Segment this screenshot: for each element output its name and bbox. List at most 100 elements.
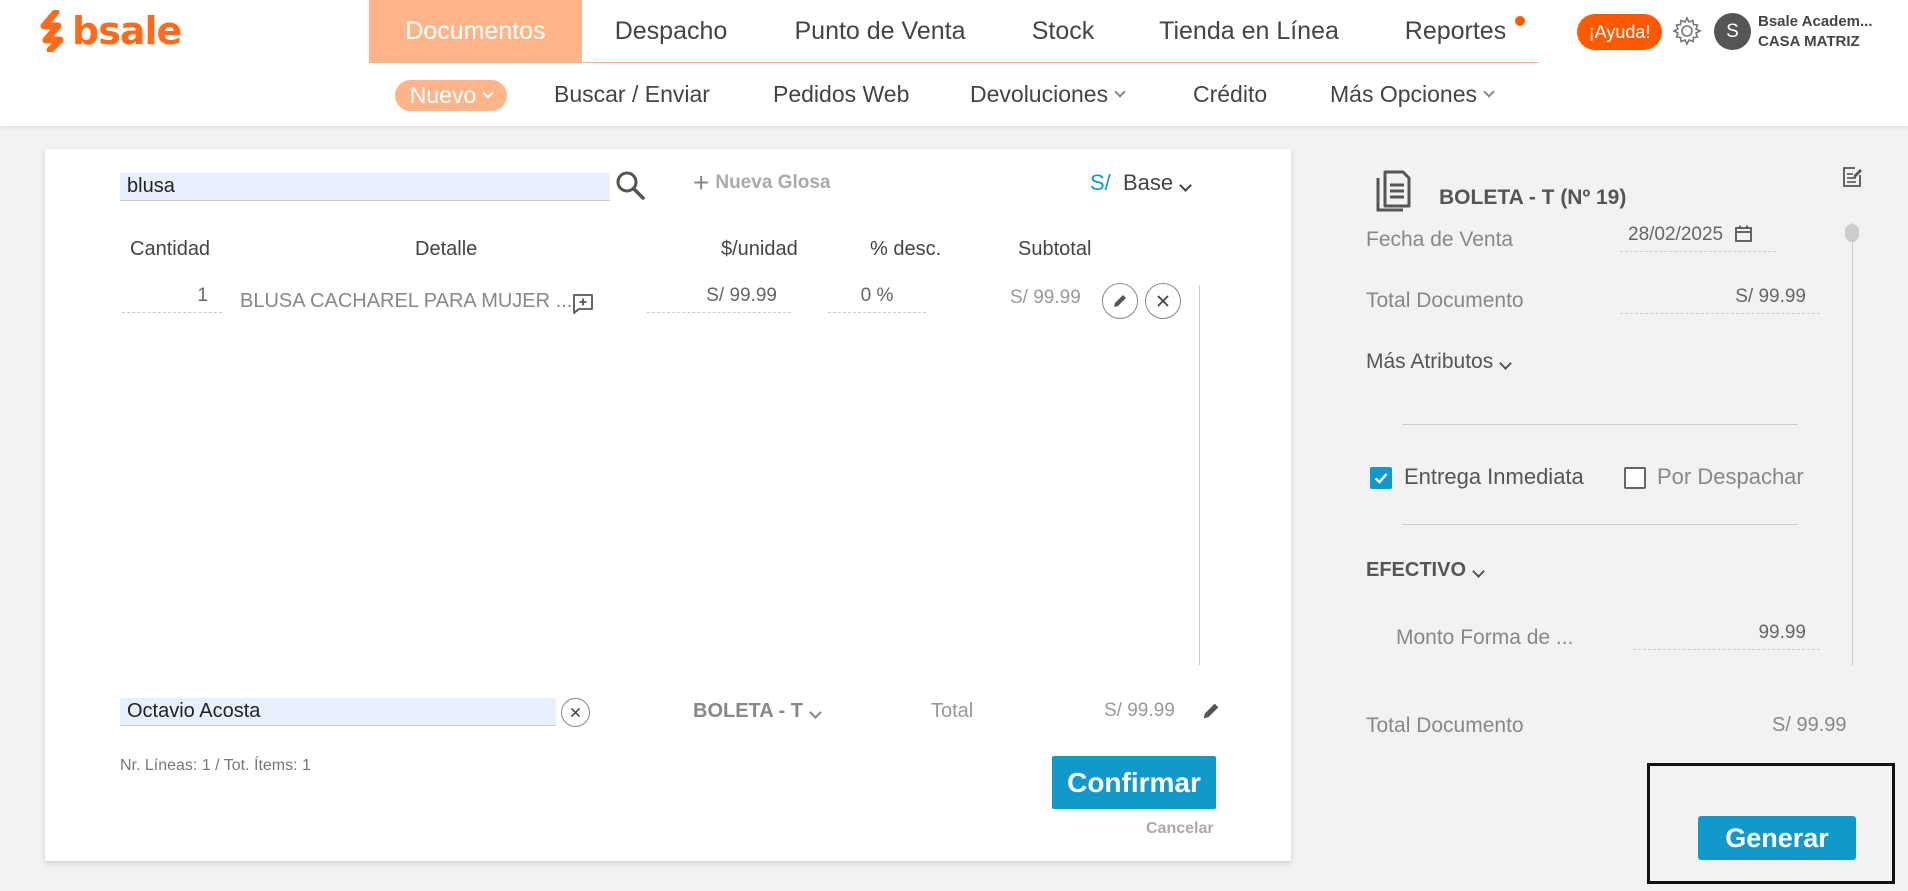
tab-label: Documentos [405, 17, 546, 45]
price-list-label: Base [1123, 170, 1174, 195]
clear-client-button[interactable] [561, 698, 590, 727]
subnav-label: Crédito [1193, 81, 1268, 107]
subnav-buscar-enviar[interactable]: Buscar / Enviar [554, 63, 710, 126]
pencil-icon [1114, 295, 1126, 307]
payment-method-label: EFECTIVO [1366, 559, 1467, 581]
checkmark-icon [1374, 473, 1388, 484]
to-dispatch-label[interactable]: Por Despachar [1657, 464, 1804, 490]
panel-scrollbar-track[interactable] [1852, 222, 1853, 666]
tab-documentos[interactable]: Documentos [369, 0, 582, 63]
client-input[interactable] [120, 698, 556, 726]
document-title: BOLETA - T (Nº 19) [1439, 186, 1627, 209]
footer-total-label: Total Documento [1366, 714, 1524, 737]
close-icon [1157, 295, 1169, 307]
sale-date-label: Fecha de Venta [1366, 228, 1514, 251]
line-detail[interactable]: BLUSA CACHAREL PARA MUJER ... [240, 290, 572, 313]
quantity-field[interactable]: 1 [122, 285, 222, 313]
subnav-label: Pedidos Web [773, 81, 910, 107]
sub-navigation-bar: Nuevo Buscar / Enviar Pedidos Web Devolu… [0, 63, 1908, 126]
chevron-down-icon [809, 706, 822, 719]
search-icon[interactable] [614, 169, 646, 201]
bsale-logo[interactable]: bsale [38, 9, 182, 53]
edit-line-button[interactable] [1102, 283, 1138, 319]
subnav-mas-opciones[interactable]: Más Opciones [1330, 63, 1495, 126]
lines-count-info: Nr. Líneas: 1 / Tot. Ítems: 1 [120, 757, 311, 774]
tab-tienda-en-linea[interactable]: Tienda en Línea [1126, 0, 1372, 63]
total-label: Total [931, 700, 974, 722]
column-divider [1199, 285, 1200, 665]
subnav-nuevo[interactable]: Nuevo [395, 80, 507, 111]
payment-amount-label: Monto Forma de ... [1396, 626, 1574, 649]
line-subtotal: S/ 99.99 [1010, 287, 1081, 308]
footer-total-value: S/ 99.99 [1772, 714, 1847, 736]
tab-label: Tienda en Línea [1159, 17, 1339, 45]
calendar-icon [1735, 225, 1753, 242]
currency-symbol[interactable]: S/ [1090, 170, 1111, 196]
remove-line-button[interactable] [1145, 283, 1181, 319]
new-gloss-label: Nueva Glosa [715, 172, 831, 193]
subnav-devoluciones[interactable]: Devoluciones [970, 63, 1126, 126]
chevron-down-icon [1483, 85, 1495, 98]
discount-field[interactable]: 0 % [828, 285, 926, 313]
panel-scrollbar-thumb[interactable] [1845, 224, 1859, 242]
subnav-label: Nuevo [409, 82, 477, 108]
subnav-label: Buscar / Enviar [554, 81, 710, 107]
user-info[interactable]: Bsale Academ... CASA MATRIZ [1758, 12, 1873, 52]
plus-icon: + [693, 167, 710, 198]
unit-price-field[interactable]: S/ 99.99 [647, 285, 791, 313]
more-attributes-toggle[interactable]: Más Atributos [1366, 350, 1513, 374]
subnav-pedidos-web[interactable]: Pedidos Web [773, 63, 909, 126]
document-editor-card [45, 149, 1291, 861]
brand-name: bsale [72, 9, 182, 53]
tab-punto-de-venta[interactable]: Punto de Venta [760, 0, 1000, 63]
document-icon [1376, 170, 1411, 212]
new-gloss-button[interactable]: + Nueva Glosa [693, 167, 831, 198]
chevron-down-icon [1179, 179, 1193, 192]
separator [1402, 424, 1798, 425]
branch-name: CASA MATRIZ [1758, 33, 1860, 50]
chevron-down-icon [1472, 565, 1485, 578]
subnav-credito[interactable]: Crédito [1193, 63, 1267, 126]
price-list-dropdown[interactable]: Base [1123, 170, 1193, 196]
to-dispatch-checkbox[interactable] [1624, 467, 1646, 489]
column-header-detalle: Detalle [415, 238, 478, 260]
cancel-link[interactable]: Cancelar [1146, 820, 1214, 838]
generate-button[interactable]: Generar [1698, 816, 1856, 860]
close-icon [570, 707, 581, 718]
document-type-label: BOLETA - T [693, 700, 803, 722]
immediate-delivery-checkbox[interactable] [1370, 467, 1392, 489]
avatar[interactable]: S [1714, 13, 1751, 50]
tab-stock[interactable]: Stock [1000, 0, 1126, 63]
document-type-dropdown[interactable]: BOLETA - T [693, 700, 822, 723]
help-button[interactable]: ¡Ayuda! [1577, 14, 1662, 50]
edit-document-icon[interactable] [1841, 166, 1863, 188]
chevron-down-icon [1499, 357, 1513, 370]
tab-label: Stock [1031, 17, 1095, 45]
user-name: Bsale Academ... [1758, 13, 1873, 30]
column-header-subtotal: Subtotal [1018, 238, 1092, 260]
sale-date-field[interactable]: 28/02/2025 [1620, 222, 1776, 252]
add-comment-icon[interactable] [571, 292, 595, 316]
column-header-discount: % desc. [870, 238, 942, 260]
sale-date-value: 28/02/2025 [1628, 224, 1724, 245]
tab-label: Despacho [614, 17, 728, 45]
subnav-label: Devoluciones [970, 81, 1109, 107]
notification-dot [1515, 16, 1525, 26]
column-header-unit-price: $/unidad [721, 238, 798, 260]
tab-reportes[interactable]: Reportes [1372, 0, 1539, 63]
doc-total-value: S/ 99.99 [1620, 284, 1820, 314]
payment-method-dropdown[interactable]: EFECTIVO [1366, 559, 1485, 582]
main-nav: Documentos Despacho Punto de Venta Stock… [369, 0, 1539, 63]
immediate-delivery-label[interactable]: Entrega Inmediata [1404, 464, 1584, 490]
tab-despacho[interactable]: Despacho [582, 0, 760, 63]
confirm-button[interactable]: Confirmar [1052, 756, 1216, 809]
product-search-input[interactable] [120, 173, 610, 201]
chevron-down-icon [482, 86, 494, 99]
payment-amount-field[interactable]: 99.99 [1633, 620, 1820, 650]
column-header-cantidad: Cantidad [130, 238, 211, 260]
gear-icon[interactable] [1671, 15, 1703, 47]
tab-label: Punto de Venta [794, 17, 966, 45]
pencil-icon[interactable] [1200, 700, 1222, 722]
chevron-down-icon [1114, 85, 1126, 98]
subnav-label: Más Opciones [1330, 81, 1478, 107]
